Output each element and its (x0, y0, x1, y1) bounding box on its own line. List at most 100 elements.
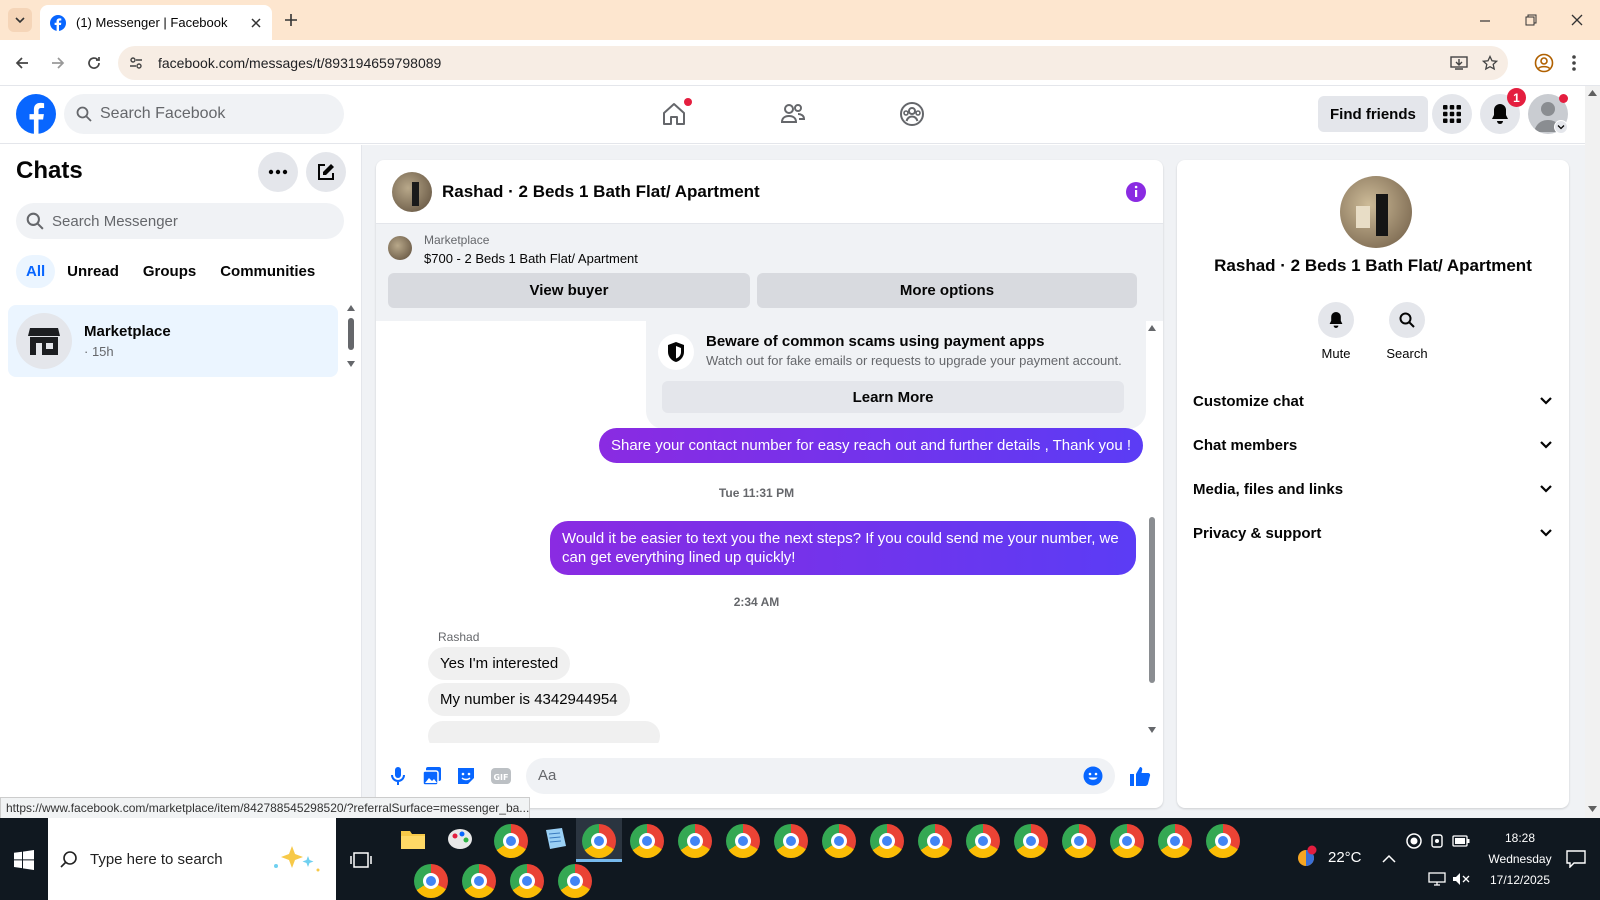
windows-start-icon[interactable] (14, 850, 34, 870)
sidebar-scrollbar[interactable] (346, 305, 356, 367)
chrome-window-icon[interactable] (1014, 824, 1048, 858)
chrome-window-icon[interactable] (1158, 824, 1192, 858)
scroll-up-icon[interactable] (347, 305, 355, 311)
mute-button[interactable] (1318, 302, 1354, 338)
groups-icon[interactable] (898, 100, 926, 128)
back-button[interactable] (10, 51, 34, 75)
messenger-search-input[interactable]: Search Messenger (16, 203, 344, 239)
search-action[interactable]: Search (1386, 302, 1428, 361)
chrome-window-icon[interactable] (510, 864, 544, 898)
scroll-down-icon[interactable] (347, 361, 355, 367)
site-info-icon[interactable] (128, 55, 144, 71)
chrome-window-icon[interactable] (1110, 824, 1144, 858)
taskbar-search[interactable]: Type here to search (48, 818, 336, 900)
thread-scrollbar[interactable] (1146, 321, 1158, 743)
info-icon[interactable] (1125, 181, 1147, 203)
scroll-up-icon[interactable] (1148, 325, 1156, 331)
clock[interactable]: 18:28 Wednesday 17/12/2025 (1480, 828, 1560, 891)
friends-icon[interactable] (779, 100, 807, 128)
customize-chat-row[interactable]: Customize chat (1193, 380, 1553, 422)
restore-icon[interactable] (1524, 13, 1538, 27)
profile-icon[interactable] (1534, 53, 1554, 73)
chrome-window-icon[interactable] (414, 864, 448, 898)
new-message-button[interactable] (306, 152, 346, 192)
forward-button[interactable] (46, 51, 70, 75)
incoming-message[interactable]: Yes I'm interested (428, 647, 571, 680)
volume-muted-icon[interactable] (1452, 872, 1470, 886)
filter-all[interactable]: All (16, 255, 56, 288)
chat-list-item[interactable]: Marketplace · 15h (8, 305, 338, 377)
close-window-icon[interactable] (1570, 13, 1584, 27)
minimize-icon[interactable] (1478, 14, 1492, 28)
facebook-search-input[interactable]: Search Facebook (64, 94, 344, 134)
view-buyer-button[interactable]: View buyer (388, 273, 750, 308)
photo-icon[interactable] (422, 766, 442, 786)
listing-title[interactable]: $700 - 2 Beds 1 Bath Flat/ Apartment (424, 251, 638, 266)
facebook-logo-icon[interactable] (16, 94, 56, 134)
filter-unread[interactable]: Unread (55, 255, 131, 288)
chrome-window-icon[interactable] (966, 824, 1000, 858)
chat-members-row[interactable]: Chat members (1193, 424, 1553, 466)
tab-list-button[interactable] (8, 8, 32, 32)
reload-button[interactable] (82, 51, 106, 75)
network-icon[interactable] (1428, 872, 1446, 886)
url-bar[interactable]: facebook.com/messages/t/893194659798089 (118, 46, 1508, 80)
search-button[interactable] (1389, 302, 1425, 338)
filter-groups[interactable]: Groups (131, 255, 208, 288)
task-view-icon[interactable] (350, 850, 372, 870)
install-app-icon[interactable] (1450, 55, 1468, 71)
battery-icon[interactable] (1452, 835, 1470, 847)
record-icon[interactable] (1406, 833, 1422, 849)
close-tab-icon[interactable] (250, 17, 262, 29)
chrome-window-icon[interactable] (1206, 824, 1240, 858)
find-friends-button[interactable]: Find friends (1318, 96, 1428, 132)
thread-scroll-thumb[interactable] (1149, 517, 1155, 683)
chrome-window-icon[interactable] (918, 824, 952, 858)
chrome-window-icon[interactable] (678, 824, 712, 858)
chrome-window-icon[interactable] (870, 824, 904, 858)
gif-icon[interactable]: GIF (490, 767, 512, 785)
scroll-down-icon[interactable] (1148, 727, 1156, 733)
notification-center-icon[interactable] (1566, 850, 1586, 868)
microphone-icon[interactable] (388, 766, 408, 786)
chrome-window-icon[interactable] (774, 824, 808, 858)
chrome-window-icon[interactable] (630, 824, 664, 858)
page-scrollbar[interactable] (1585, 86, 1600, 818)
account-chevron[interactable] (1554, 120, 1568, 134)
chrome-window-icon[interactable] (462, 864, 496, 898)
listing-thumbnail[interactable] (388, 236, 412, 260)
more-options-button[interactable]: More options (757, 273, 1137, 308)
notepad-app-icon[interactable] (542, 826, 568, 852)
bookmark-star-icon[interactable] (1482, 55, 1498, 71)
meet-now-icon[interactable] (1430, 833, 1444, 849)
chat-options-button[interactable] (258, 152, 298, 192)
conversation-title[interactable]: Rashad · 2 Beds 1 Bath Flat/ Apartment (442, 182, 1115, 202)
emoji-icon[interactable] (1083, 766, 1103, 786)
mute-action[interactable]: Mute (1316, 302, 1356, 361)
filter-communities[interactable]: Communities (208, 255, 327, 288)
outgoing-message[interactable]: Share your contact number for easy reach… (599, 428, 1144, 463)
browser-menu-icon[interactable] (1570, 53, 1578, 73)
browser-tab[interactable]: (1) Messenger | Facebook (40, 5, 272, 40)
contact-profile-photo[interactable] (1340, 176, 1412, 248)
learn-more-button[interactable]: Learn More (662, 381, 1124, 413)
privacy-support-row[interactable]: Privacy & support (1193, 512, 1553, 554)
contact-avatar[interactable] (392, 171, 432, 212)
sticker-icon[interactable] (456, 766, 476, 786)
chrome-profile-icon[interactable] (494, 824, 528, 858)
media-files-links-row[interactable]: Media, files and links (1193, 468, 1553, 510)
message-input[interactable]: Aa (526, 757, 1115, 794)
chrome-window-icon[interactable] (558, 864, 592, 898)
scroll-up-icon[interactable] (1588, 90, 1597, 96)
chrome-window-icon[interactable] (726, 824, 760, 858)
file-explorer-icon[interactable] (400, 828, 426, 850)
sidebar-scroll-thumb[interactable] (348, 318, 354, 350)
chrome-window-icon[interactable] (1062, 824, 1096, 858)
incoming-message[interactable]: My number is 4342944954 (428, 683, 630, 716)
scroll-down-icon[interactable] (1588, 806, 1597, 812)
thumbs-up-icon[interactable] (1129, 765, 1151, 787)
nav-home[interactable] (660, 98, 692, 128)
chevron-up-icon[interactable] (1382, 854, 1396, 864)
chrome-window-icon[interactable] (822, 824, 856, 858)
chrome-window-icon[interactable] (582, 824, 616, 858)
